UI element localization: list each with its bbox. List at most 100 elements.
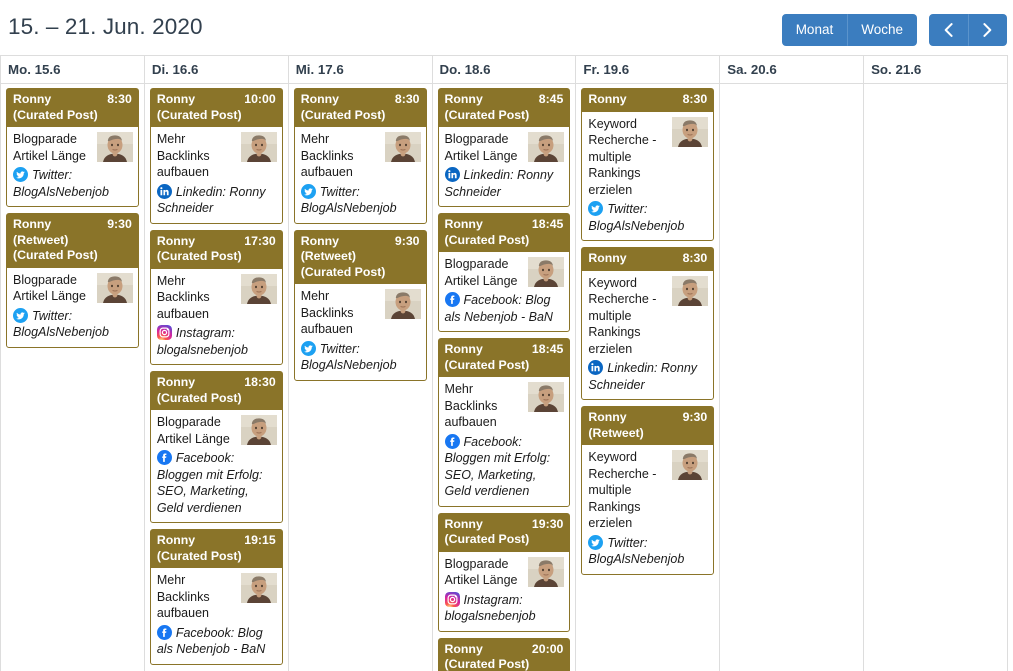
day-header-3[interactable]: Do. 18.6 bbox=[431, 55, 577, 84]
event-body: Blogparade Artikel Länge Facebook: Blog a… bbox=[438, 252, 570, 331]
event-card[interactable]: Ronny (Curated Post) 8:45 Blogparade Artik… bbox=[437, 88, 571, 207]
event-card[interactable]: Ronny (Retweet) (Curated Post) 9:30 Blogpa… bbox=[6, 213, 139, 348]
event-time: 8:45 bbox=[538, 92, 564, 106]
event-time: 18:45 bbox=[531, 217, 564, 231]
event-card[interactable]: Ronny 8:30 Keyword Recherche - multiple Ra… bbox=[581, 88, 715, 241]
event-card[interactable]: Ronny (Curated Post) 10:00 Mehr Backlinks … bbox=[149, 88, 283, 224]
event-time: 9:30 bbox=[107, 217, 132, 231]
week-nav-group bbox=[929, 14, 1007, 46]
event-body: Blogparade Artikel Länge Twitter: BlogAls… bbox=[7, 267, 138, 347]
event-card[interactable]: Ronny (Curated Post) 8:30 Blogparade Artik… bbox=[6, 88, 139, 207]
event-header: Ronny (Curated Post) 19:15 bbox=[150, 530, 282, 568]
event-card[interactable]: Ronny (Curated Post) 19:15 Mehr Backlinks … bbox=[149, 529, 283, 665]
event-network-label: Linkedin: Ronny Schneider bbox=[156, 184, 266, 216]
day-body-row: Ronny (Curated Post) 8:30 Blogparade Artik… bbox=[0, 83, 1008, 671]
day-header-label: Sa. 20.6 bbox=[727, 62, 777, 77]
instagram-icon bbox=[444, 591, 460, 607]
event-network-label: Linkedin: Ronny Schneider bbox=[588, 361, 698, 392]
event-card[interactable]: Ronny (Curated Post) 17:30 Mehr Backlinks … bbox=[149, 229, 283, 365]
twitter-icon bbox=[588, 534, 604, 550]
event-card[interactable]: Ronny (Curated Post) 19:30 Blogparade Arti… bbox=[437, 512, 571, 632]
view-switch-group: Monat Woche bbox=[781, 14, 917, 46]
event-network: Instagram: blogalsnebenjob bbox=[156, 325, 276, 358]
day-cell-4[interactable]: Ronny 8:30 Keyword Recherche - multiple Ra… bbox=[575, 83, 721, 671]
avatar bbox=[528, 382, 565, 412]
event-card[interactable]: Ronny (Curated Post)20:00Mehr Backlinks … bbox=[437, 637, 571, 671]
calendar-grid-wrapper[interactable]: Mo. 15.6 Di. 16.6 Mi. 17.6 Do. 18.6 Fr. 19.6… bbox=[0, 55, 1013, 671]
event-time: 8:30 bbox=[394, 92, 420, 106]
day-header-6[interactable]: So. 21.6 bbox=[863, 55, 1008, 84]
day-cell-0[interactable]: Ronny (Curated Post) 8:30 Blogparade Artik… bbox=[0, 83, 145, 671]
event-body: Blogparade Artikel Länge Linkedin: Ronny … bbox=[438, 127, 570, 206]
event-card[interactable]: Ronny (Curated Post) 8:30 Mehr Backlinks a… bbox=[293, 88, 427, 224]
event-network: Twitter: BlogAlsNebenjob bbox=[588, 534, 707, 568]
day-header-row: Mo. 15.6 Di. 16.6 Mi. 17.6 Do. 18.6 Fr. 19.6… bbox=[0, 55, 1008, 84]
day-header-4[interactable]: Fr. 19.6 bbox=[575, 55, 721, 84]
view-month-button[interactable]: Monat bbox=[781, 14, 848, 46]
event-network: Linkedin: Ronny Schneider bbox=[156, 183, 276, 217]
event-network: Facebook: Bloggen mit Erfolg: SEO, Marke… bbox=[444, 433, 564, 500]
day-header-label: Di. 16.6 bbox=[151, 62, 199, 77]
event-header: Ronny (Curated Post) 20:00 bbox=[438, 638, 570, 671]
event-network-label: Linkedin: Ronny Schneider bbox=[444, 168, 554, 199]
event-body: Mehr Backlinks aufbauen Facebook: Bloggen… bbox=[438, 377, 570, 506]
day-cell-3[interactable]: Ronny (Curated Post) 8:45 Blogparade Artik… bbox=[431, 83, 577, 671]
event-time: 9:30 bbox=[394, 233, 420, 248]
event-header: Ronny (Curated Post) 18:45 bbox=[438, 339, 570, 377]
avatar bbox=[240, 415, 277, 445]
avatar bbox=[528, 556, 565, 587]
event-body: Mehr Backlinks aufbauen Linkedin: Ronny S… bbox=[150, 127, 282, 223]
day-events-container: Ronny (Curated Post) 8:30 Mehr Backlinks a… bbox=[289, 84, 432, 671]
day-cell-1[interactable]: Ronny (Curated Post) 10:00 Mehr Backlinks … bbox=[143, 83, 289, 671]
chevron-right-icon bbox=[983, 22, 992, 37]
event-body: Mehr Backlinks aufbauen Facebook: Blog al… bbox=[150, 568, 282, 664]
event-body: Keyword Recherche - multiple Rankings er… bbox=[582, 270, 714, 399]
event-header: Ronny 8:30 bbox=[582, 89, 714, 112]
view-week-button[interactable]: Woche bbox=[847, 14, 917, 46]
event-card[interactable]: Ronny 8:30 Keyword Recherche - multiple Ra… bbox=[581, 247, 715, 400]
event-header: Ronny (Curated Post) 8:30 bbox=[7, 89, 138, 127]
day-header-label: Do. 18.6 bbox=[439, 62, 491, 77]
event-body: Blogparade Artikel Länge Instagram: bloga… bbox=[438, 551, 570, 631]
page-title: 15. – 21. Jun. 2020 bbox=[8, 14, 203, 39]
avatar bbox=[240, 273, 277, 304]
day-header-0[interactable]: Mo. 15.6 bbox=[0, 55, 145, 84]
event-card[interactable]: Ronny (Retweet) 9:30 Keyword Recherche - m… bbox=[581, 406, 715, 575]
event-network: Facebook: Blog als Nebenjob - BaN bbox=[444, 292, 564, 325]
next-week-button[interactable] bbox=[968, 14, 1007, 46]
event-time: 8:30 bbox=[682, 251, 708, 265]
event-card[interactable]: Ronny (Curated Post) 18:30 Blogparade Arti… bbox=[149, 371, 283, 523]
linkedin-icon bbox=[444, 167, 460, 182]
prev-week-button[interactable] bbox=[929, 14, 968, 46]
event-network-label: Facebook: Blog als Nebenjob - BaN bbox=[156, 625, 266, 657]
event-card[interactable]: Ronny (Curated Post) 18:45 Blogparade Arti… bbox=[437, 213, 571, 332]
day-cell-2[interactable]: Ronny (Curated Post) 8:30 Mehr Backlinks a… bbox=[287, 83, 433, 671]
facebook-icon bbox=[156, 450, 172, 465]
event-card[interactable]: Ronny (Retweet) (Curated Post) 9:30 Mehr B… bbox=[293, 229, 427, 381]
day-header-1[interactable]: Di. 16.6 bbox=[143, 55, 289, 84]
event-body: Keyword Recherche - multiple Rankings er… bbox=[582, 445, 714, 574]
day-header-label: Mi. 17.6 bbox=[295, 62, 344, 77]
event-card[interactable]: Ronny (Curated Post) 18:45 Mehr Backlinks … bbox=[437, 338, 571, 507]
twitter-icon bbox=[300, 340, 316, 356]
day-events-container bbox=[720, 84, 863, 671]
day-header-2[interactable]: Mi. 17.6 bbox=[287, 55, 433, 84]
chevron-left-icon bbox=[944, 22, 953, 37]
day-header-label: Fr. 19.6 bbox=[583, 62, 630, 77]
day-header-5[interactable]: Sa. 20.6 bbox=[719, 55, 865, 84]
event-header: Ronny (Curated Post) 17:30 bbox=[150, 230, 282, 269]
toolbar-buttons: Monat Woche bbox=[781, 14, 1007, 46]
avatar bbox=[96, 132, 133, 162]
day-cell-6[interactable] bbox=[863, 83, 1008, 671]
event-network: Facebook: Bloggen mit Erfolg: SEO, Marke… bbox=[156, 450, 276, 516]
event-network: Linkedin: Ronny Schneider bbox=[444, 167, 564, 200]
week-grid: Mo. 15.6 Di. 16.6 Mi. 17.6 Do. 18.6 Fr. 19.6… bbox=[0, 55, 1008, 671]
avatar bbox=[672, 450, 709, 480]
event-time: 18:45 bbox=[531, 342, 564, 356]
event-time: 20:00 bbox=[531, 641, 564, 656]
event-network: Facebook: Blog als Nebenjob - BaN bbox=[156, 624, 276, 658]
event-network: Twitter: BlogAlsNebenjob bbox=[300, 183, 420, 217]
day-cell-5[interactable] bbox=[719, 83, 865, 671]
event-header: Ronny (Curated Post) 19:30 bbox=[438, 513, 570, 552]
avatar bbox=[96, 272, 133, 303]
